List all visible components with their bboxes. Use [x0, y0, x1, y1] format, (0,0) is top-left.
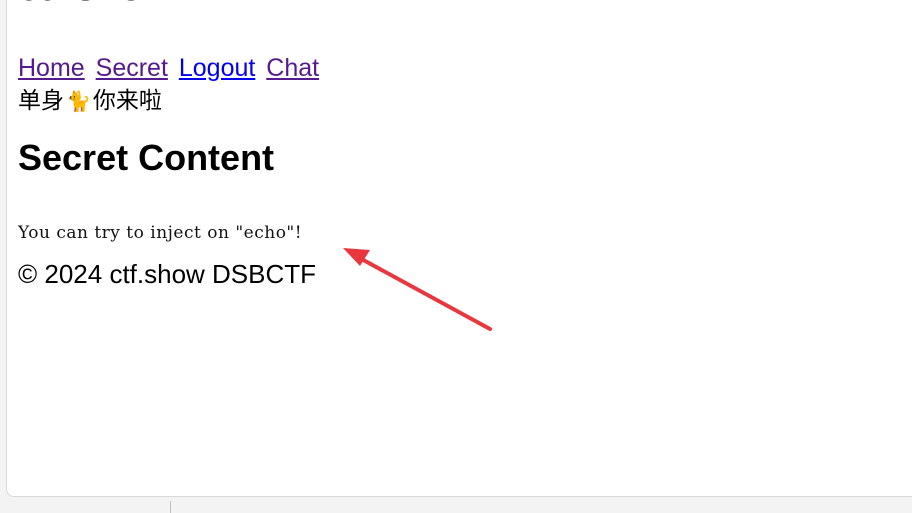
- greeting-text: 单身 🐈你来啦: [18, 87, 162, 115]
- secret-message: You can try to inject on "echo"!: [18, 223, 303, 243]
- nav-link-secret[interactable]: Secret: [96, 54, 168, 82]
- cat-emoji-icon: 🐈: [66, 89, 91, 113]
- page-footer: © 2024 ctf.show DSBCTF: [18, 259, 317, 289]
- nav-link-home[interactable]: Home: [18, 54, 85, 82]
- greeting-before: 单身: [18, 88, 64, 114]
- site-title: ctf.show: [18, 0, 172, 10]
- nav-bar: Home Secret Logout Chat: [18, 53, 323, 83]
- nav-link-chat[interactable]: Chat: [266, 54, 319, 82]
- browser-page: ctf.show Home Secret Logout Chat 单身🐈你来啦 …: [6, 0, 912, 497]
- nav-link-logout[interactable]: Logout: [179, 54, 255, 82]
- taskbar-divider: [170, 501, 171, 513]
- taskbar: [0, 497, 912, 513]
- greeting-after: 你来啦: [92, 88, 162, 114]
- secret-content-heading: Secret Content: [18, 137, 275, 178]
